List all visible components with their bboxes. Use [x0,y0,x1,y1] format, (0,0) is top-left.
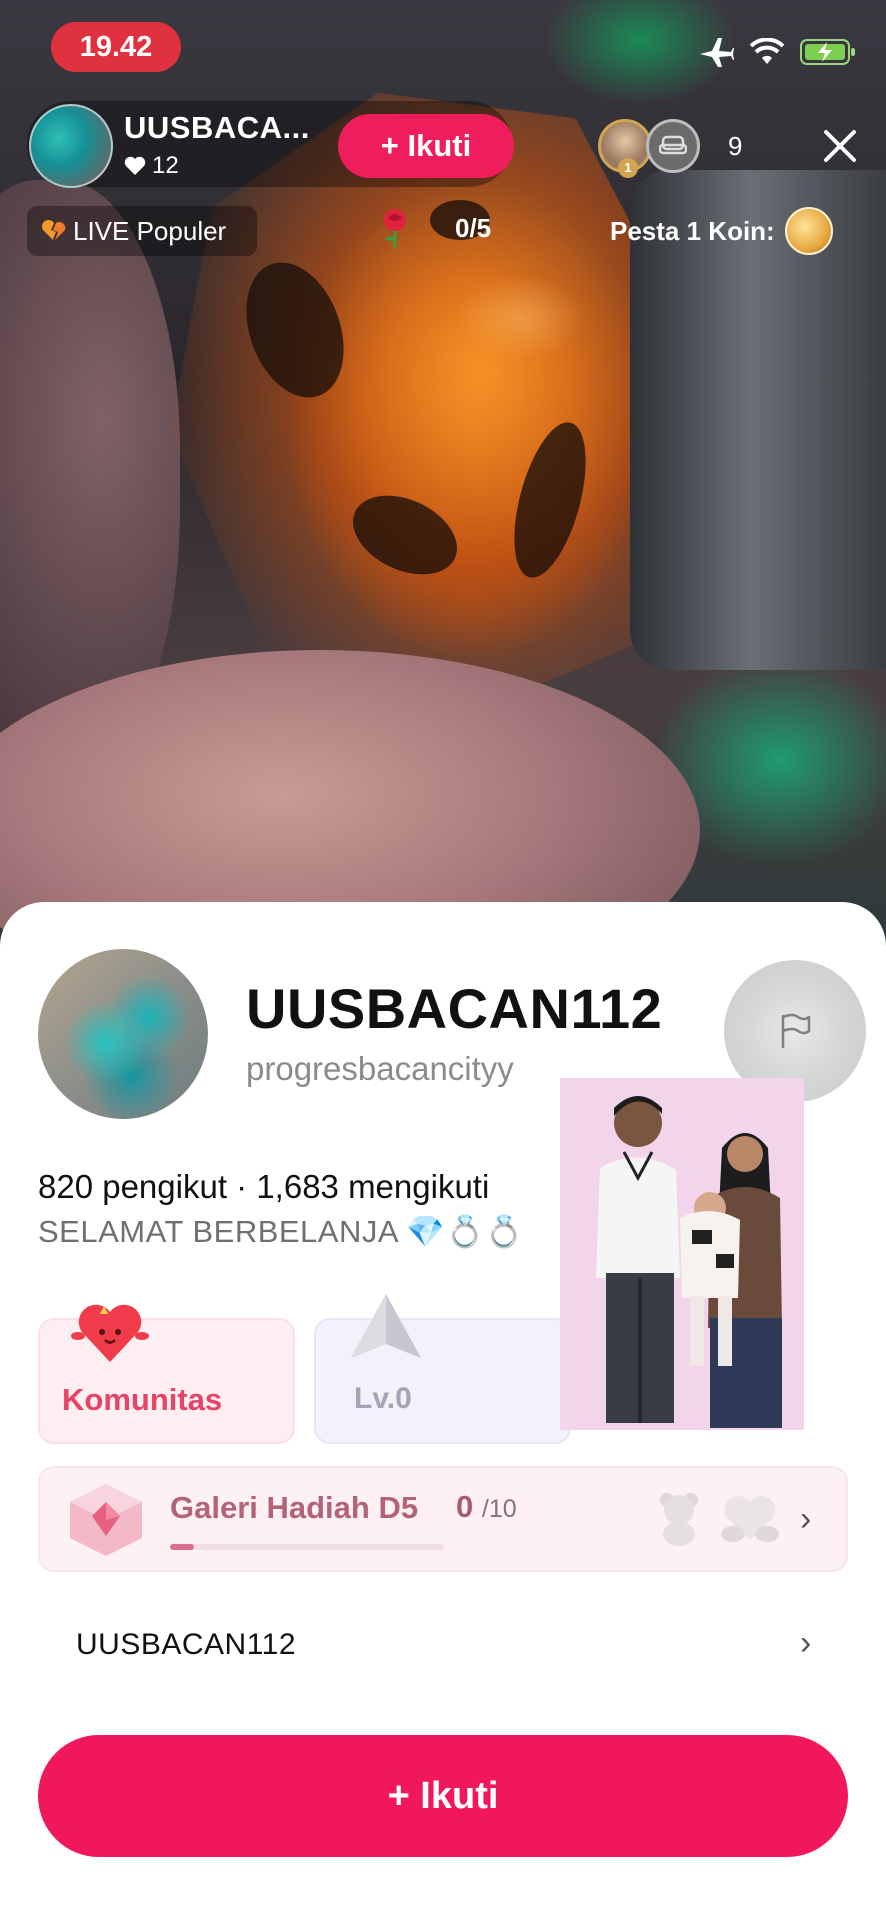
rose-progress: 0/5 [455,212,492,243]
overlay-photo [560,1078,804,1430]
status-time: 19.42 [51,22,181,72]
profile-username: progresbacancityy [246,1050,514,1087]
profile-display-name: UUSBACAN112 [246,977,663,1040]
wifi-icon [749,37,785,71]
account-row-label: UUSBACAN112 [76,1628,297,1661]
gift-gallery-current: 0 [456,1489,474,1524]
gift-gallery-progress-fill [170,1544,194,1550]
host-likes: 12 [124,152,179,180]
follow-stats[interactable]: 820 pengikut · 1,683 mengikuti [38,1168,489,1206]
rose-icon [384,209,406,248]
gift-gallery-count: 0 /10 [456,1489,517,1525]
chevron-right-icon[interactable]: › [800,1500,811,1539]
profile-avatar[interactable] [38,949,208,1119]
sofa-icon [659,135,687,155]
community-label: Komunitas [62,1382,223,1417]
gem-badge-icon [64,1480,148,1560]
rose-goal[interactable]: 0/5 [375,206,491,250]
live-popular-label: LIVE Populer [73,215,227,246]
coin-party-label: Pesta 1 Koin: [610,215,775,246]
likes-count: 12 [152,152,179,179]
battery-icon [800,38,856,71]
heart-icon [124,156,146,175]
chevron-right-icon[interactable]: › [800,1624,811,1663]
top-viewer-avatar[interactable]: 1 [598,119,652,178]
viewer-count[interactable]: 9 [728,131,742,162]
host-avatar[interactable] [29,104,113,188]
level-arrow-icon [347,1292,425,1362]
profile-bio: SELAMAT BERBELANJA 💎💍💍 [38,1214,524,1249]
heart-mascot-icon [70,1300,150,1366]
gift-gallery-title: Galeri Hadiah D5 [170,1490,419,1525]
broken-heart-icon [41,219,66,241]
status-icons [698,36,856,73]
follow-host-button[interactable]: + Ikuti [338,114,514,178]
heart-hands-gift-icon [721,1495,779,1542]
follow-button[interactable]: + Ikuti [38,1735,848,1857]
coin-party-chip[interactable]: Pesta 1 Koin: [610,206,833,256]
gift-gallery-total: /10 [481,1495,517,1523]
top-viewer-rank: 1 [618,158,638,178]
gift-icons [655,1490,781,1546]
flag-icon [781,1013,811,1049]
viewer-avatar[interactable] [646,119,700,173]
airplane-icon [698,36,734,73]
gift-gallery-progress-track [170,1544,444,1550]
coin-icon [784,207,833,255]
level-label: Lv.0 [354,1382,412,1415]
close-icon[interactable] [818,124,862,168]
bear-gift-icon [660,1493,698,1546]
host-name[interactable]: UUSBACA... [124,110,310,146]
live-popular-chip[interactable]: LIVE Populer [27,206,257,256]
